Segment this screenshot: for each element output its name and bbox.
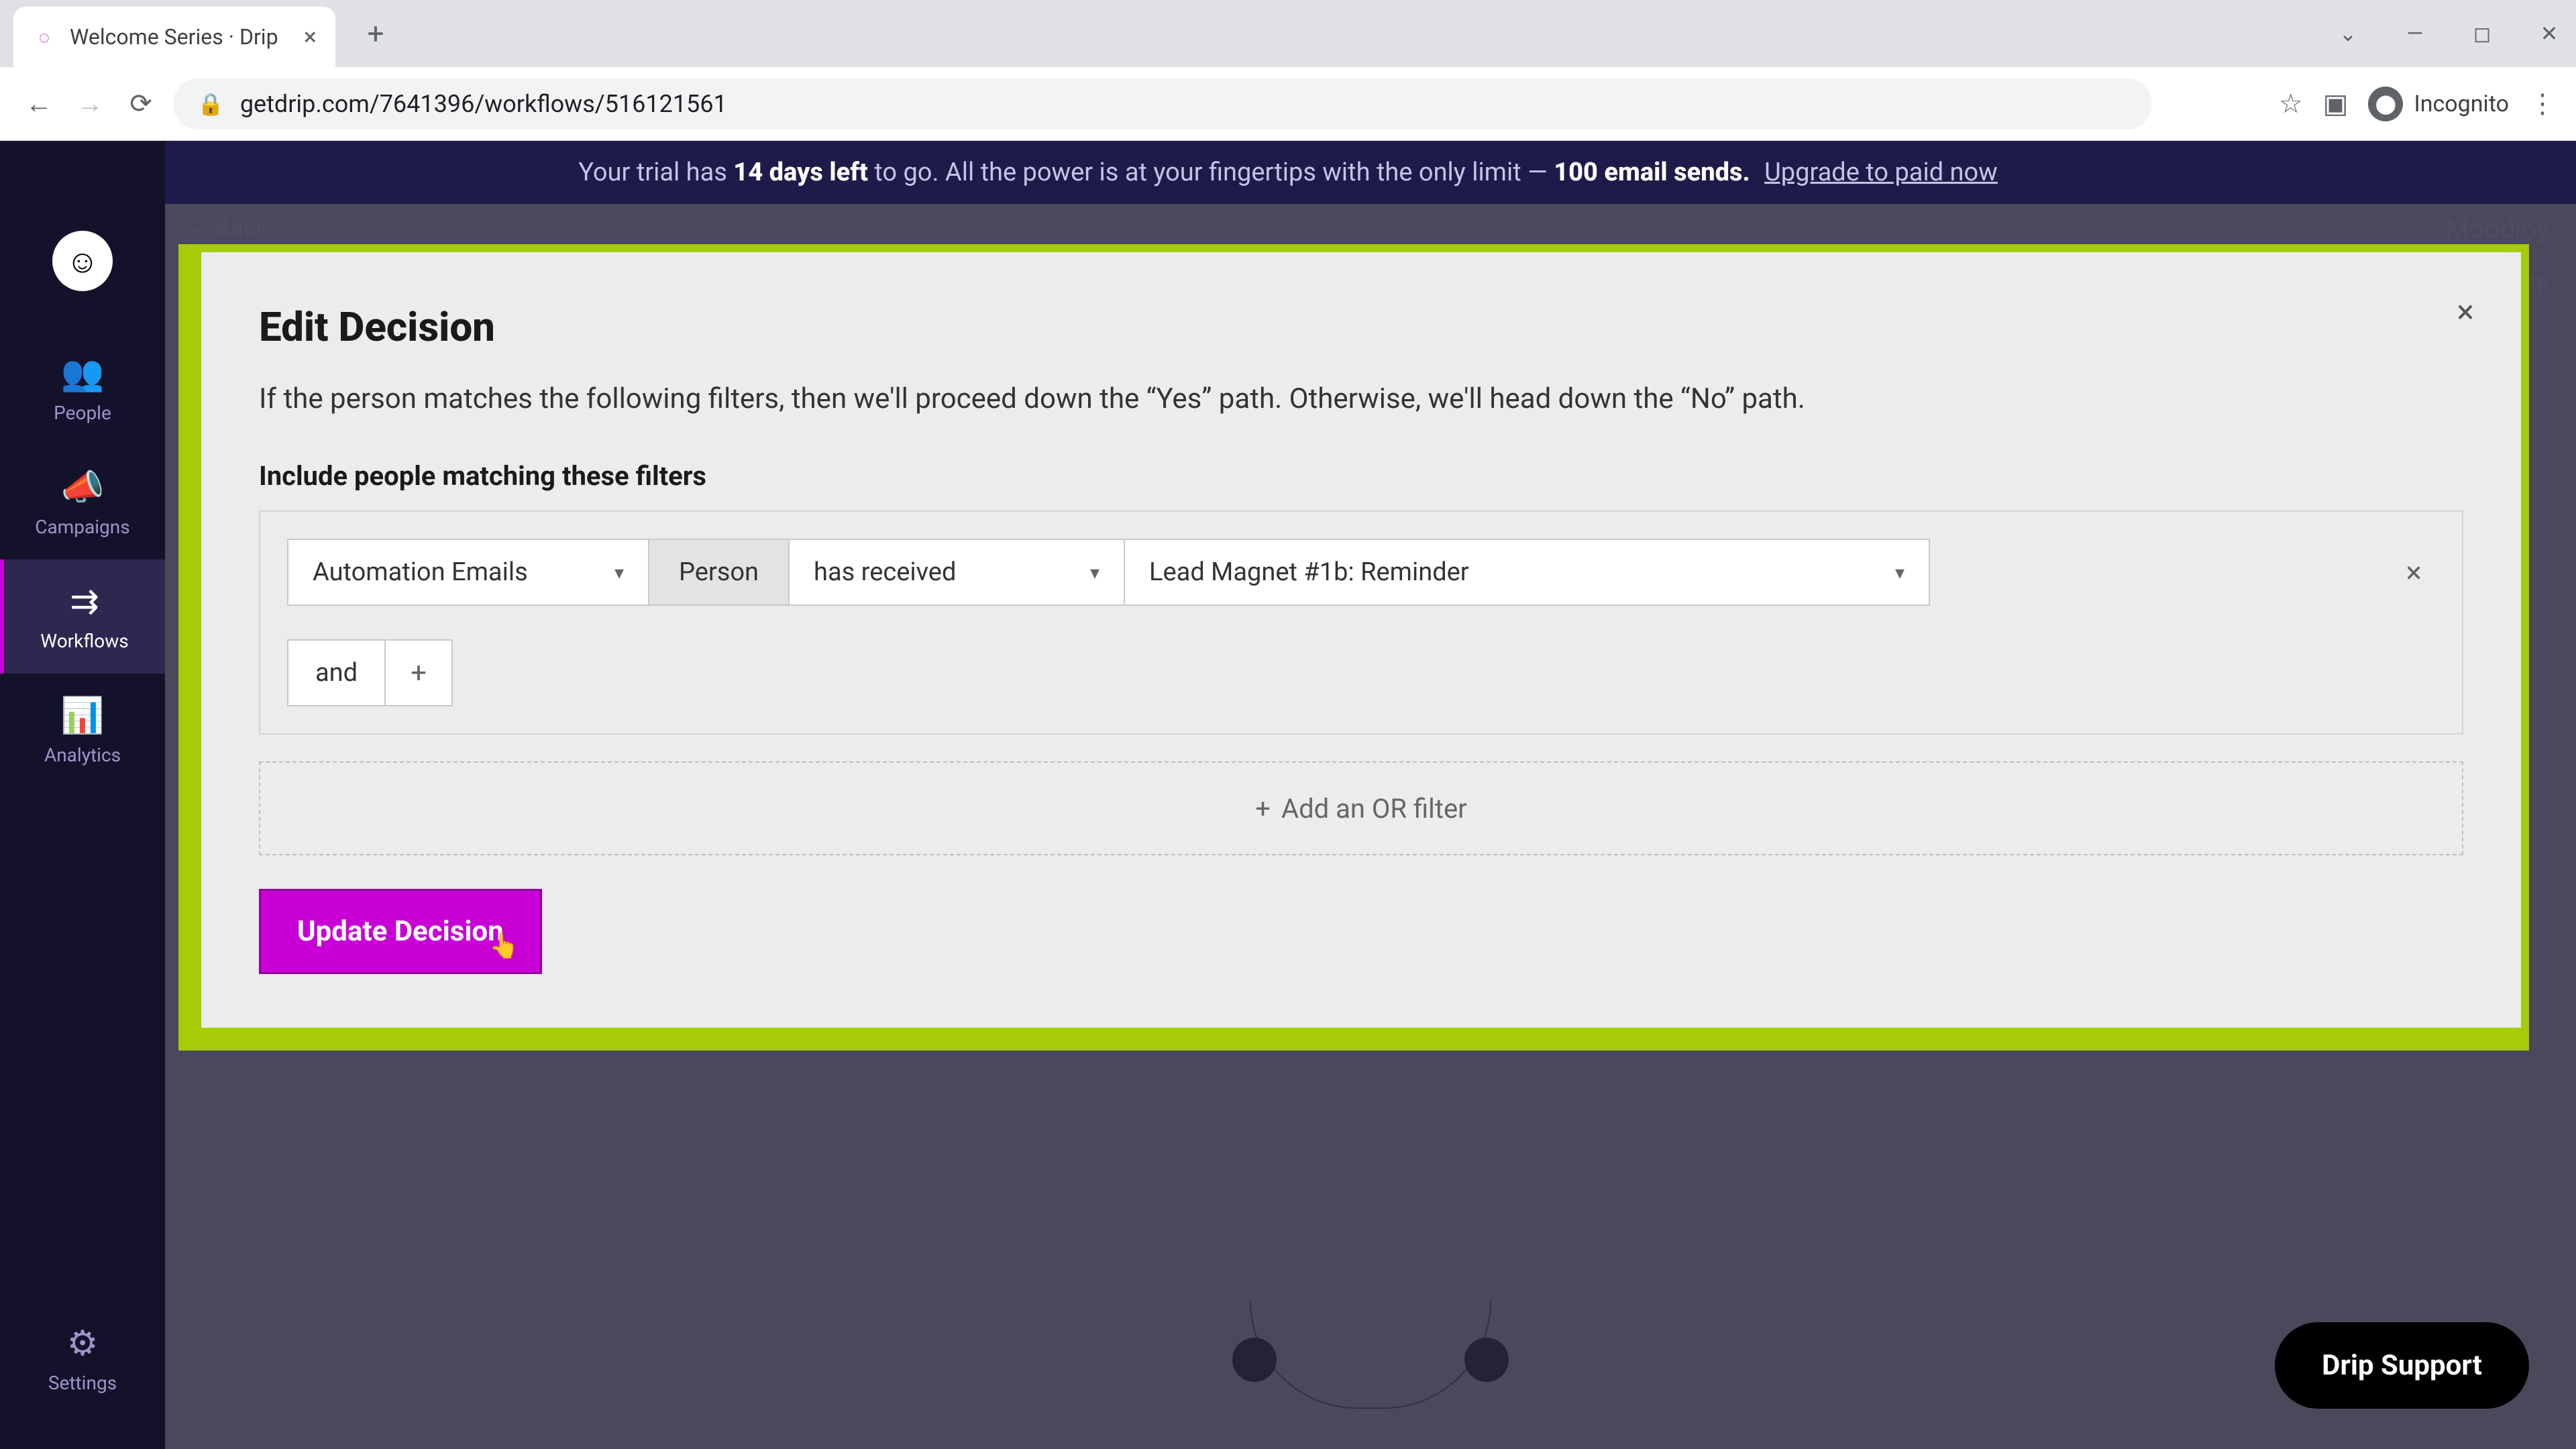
lock-icon: 🔒 [197, 91, 224, 117]
new-tab-button[interactable]: + [356, 13, 396, 54]
sidebar-item-workflows[interactable]: ⇉ Workflows [0, 559, 165, 674]
tab-title: Welcome Series · Drip [70, 24, 290, 50]
forward-button[interactable]: → [71, 85, 109, 123]
chevron-down-icon[interactable]: ⌄ [2334, 21, 2361, 46]
sidebar-label-workflows: Workflows [40, 630, 128, 652]
main-area: ← Back Moodjoy OFF × Edit Decision If th… [165, 204, 2576, 1449]
person-label: Person [679, 557, 759, 587]
sidebar-label-people: People [54, 402, 111, 424]
edit-decision-modal: × Edit Decision If the person matches th… [201, 252, 2521, 1028]
trial-banner: Your trial has 14 days left to go. All t… [0, 141, 2576, 204]
sidebar-label-campaigns: Campaigns [35, 516, 129, 538]
trial-days: 14 days left [733, 158, 868, 187]
maximize-icon[interactable]: ◻ [2469, 21, 2496, 46]
modal-title: Edit Decision [259, 303, 2463, 351]
bookmark-icon[interactable]: ☆ [2279, 88, 2303, 119]
minimize-icon[interactable]: ― [2402, 21, 2428, 46]
address-bar-row: ← → ⟳ 🔒 getdrip.com/7641396/workflows/51… [0, 67, 2576, 141]
chevron-down-icon: ▾ [614, 561, 624, 584]
url-bar[interactable]: 🔒 getdrip.com/7641396/workflows/51612156… [173, 78, 2152, 129]
remove-filter-icon[interactable]: × [2393, 555, 2435, 590]
sidebar-item-people[interactable]: 👥 People [0, 331, 165, 445]
support-label: Drip Support [2322, 1349, 2482, 1382]
extensions-icon[interactable]: ▣ [2323, 88, 2349, 119]
select-email-value: Lead Magnet #1b: Reminder [1149, 557, 1469, 587]
close-tab-icon[interactable]: × [304, 23, 317, 51]
analytics-icon: 📊 [61, 695, 105, 736]
select-condition-value: has received [814, 557, 956, 587]
sidebar-item-analytics[interactable]: 📊 Analytics [0, 674, 165, 788]
chevron-down-icon: ▾ [1090, 561, 1099, 584]
update-decision-button[interactable]: Update Decision 👆 [259, 889, 542, 974]
trial-prefix: Your trial has [578, 158, 733, 187]
browser-tab[interactable]: ◌ Welcome Series · Drip × [13, 7, 335, 67]
incognito-label: Incognito [2414, 91, 2509, 117]
trial-middle: to go. All the power is at your fingerti… [874, 158, 1554, 187]
filter-group: Automation Emails ▾ Person has received … [259, 511, 2463, 735]
trial-sends: 100 email sends. [1554, 158, 1750, 187]
kebab-menu-icon[interactable]: ⋮ [2529, 88, 2556, 119]
select-category-value: Automation Emails [313, 557, 528, 587]
update-button-label: Update Decision [297, 915, 504, 948]
back-button[interactable]: ← [20, 85, 58, 123]
support-button[interactable]: Drip Support [2275, 1322, 2529, 1409]
add-or-filter-button[interactable]: + Add an OR filter [259, 761, 2463, 855]
filter-heading: Include people matching these filters [259, 460, 2463, 492]
person-badge: Person [649, 539, 790, 606]
gear-icon: ⚙ [67, 1323, 99, 1364]
sidebar-item-campaigns[interactable]: 📣 Campaigns [0, 445, 165, 559]
sidebar: ☺ 👥 People 📣 Campaigns ⇉ Workflows 📊 Ana… [0, 141, 165, 1449]
select-condition[interactable]: has received ▾ [790, 539, 1125, 606]
close-window-icon[interactable]: ✕ [2536, 21, 2563, 46]
filter-row: Automation Emails ▾ Person has received … [287, 539, 2435, 606]
sidebar-label-analytics: Analytics [44, 744, 121, 766]
sidebar-item-settings[interactable]: ⚙ Settings [0, 1301, 165, 1415]
select-category[interactable]: Automation Emails ▾ [287, 539, 649, 606]
people-icon: 👥 [61, 353, 105, 394]
url-text: getdrip.com/7641396/workflows/516121561 [240, 90, 727, 118]
chevron-down-icon: ▾ [1895, 561, 1904, 584]
workflow-icon: ⇉ [70, 581, 99, 622]
and-label: and [315, 658, 358, 688]
and-chip[interactable]: and [287, 639, 386, 706]
upgrade-link[interactable]: Upgrade to paid now [1764, 158, 1998, 187]
megaphone-icon: 📣 [61, 467, 105, 508]
close-modal-icon[interactable]: × [2457, 292, 2474, 331]
sidebar-label-settings: Settings [48, 1372, 117, 1394]
plus-icon: + [1255, 793, 1271, 824]
incognito-icon: ⬤ [2368, 87, 2403, 121]
browser-tab-bar: ◌ Welcome Series · Drip × + ⌄ ― ◻ ✕ [0, 0, 2576, 67]
decision-card-frame: × Edit Decision If the person matches th… [178, 244, 2529, 1051]
drip-favicon-icon: ◌ [32, 25, 56, 49]
select-email[interactable]: Lead Magnet #1b: Reminder ▾ [1125, 539, 1930, 606]
modal-description: If the person matches the following filt… [259, 378, 2463, 420]
incognito-badge[interactable]: ⬤ Incognito [2368, 87, 2509, 121]
add-and-filter-button[interactable]: + [386, 639, 453, 706]
or-filter-label: Add an OR filter [1281, 793, 1467, 824]
reload-button[interactable]: ⟳ [122, 85, 160, 123]
drip-logo-icon[interactable]: ☺ [52, 231, 113, 291]
and-row: and + [287, 639, 2435, 706]
